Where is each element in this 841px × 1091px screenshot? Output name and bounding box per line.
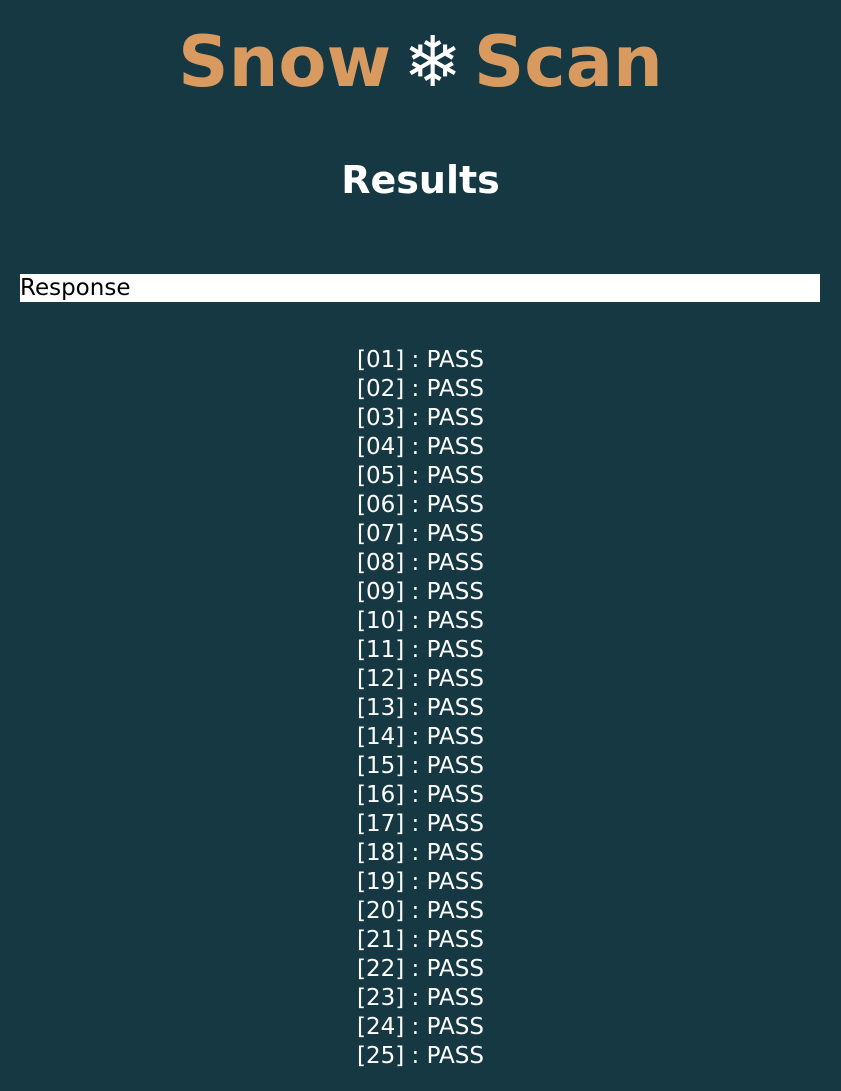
result-row: [23] : PASS	[357, 985, 484, 1011]
result-row: [13] : PASS	[357, 695, 484, 721]
result-row: [16] : PASS	[357, 782, 484, 808]
result-row: [22] : PASS	[357, 956, 484, 982]
result-row: [01] : PASS	[357, 347, 484, 373]
result-row: [25] : PASS	[357, 1043, 484, 1069]
result-row: [09] : PASS	[357, 579, 484, 605]
response-bar: Response	[20, 274, 820, 302]
result-row: [12] : PASS	[357, 666, 484, 692]
result-row: [06] : PASS	[357, 492, 484, 518]
app-title-left: Snow	[178, 21, 392, 103]
result-row: [02] : PASS	[357, 376, 484, 402]
result-row: [08] : PASS	[357, 550, 484, 576]
result-row: [19] : PASS	[357, 869, 484, 895]
results-list: [01] : PASS [02] : PASS [03] : PASS [04] : …	[0, 346, 841, 1071]
app-title-right: Scan	[473, 21, 663, 103]
results-heading: Results	[341, 158, 500, 202]
result-row: [05] : PASS	[357, 463, 484, 489]
result-row: [18] : PASS	[357, 840, 484, 866]
result-row: [10] : PASS	[357, 608, 484, 634]
result-row: [14] : PASS	[357, 724, 484, 750]
result-row: [15] : PASS	[357, 753, 484, 779]
result-row: [20] : PASS	[357, 898, 484, 924]
snowflake-icon: ❄	[403, 21, 462, 103]
result-row: [21] : PASS	[357, 927, 484, 953]
result-row: [07] : PASS	[357, 521, 484, 547]
result-row: [11] : PASS	[357, 637, 484, 663]
result-row: [04] : PASS	[357, 434, 484, 460]
app-title: Snow ❄ Scan	[0, 22, 841, 102]
result-row: [24] : PASS	[357, 1014, 484, 1040]
response-label: Response	[20, 275, 131, 301]
result-row: [03] : PASS	[357, 405, 484, 431]
result-row: [17] : PASS	[357, 811, 484, 837]
